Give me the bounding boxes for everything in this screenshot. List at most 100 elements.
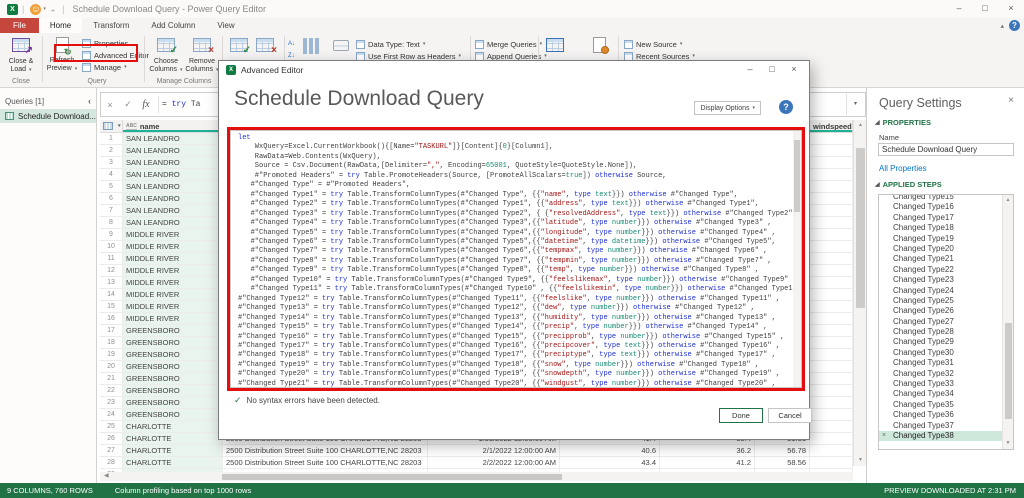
grid-cell[interactable]: MIDDLE RIVER bbox=[123, 313, 223, 325]
grid-cell[interactable]: MIDDLE RIVER bbox=[123, 265, 223, 277]
grid-cell[interactable] bbox=[810, 229, 853, 241]
grid-cell[interactable]: 2500 Distribution Street Suite 100 CHARL… bbox=[223, 445, 428, 457]
quick-access-toolbar-icon[interactable]: ₌ bbox=[51, 5, 55, 14]
grid-cell[interactable]: GREENSBORO bbox=[123, 361, 223, 373]
row-number[interactable]: 4 bbox=[100, 169, 123, 181]
grid-cell[interactable]: GREENSBORO bbox=[123, 337, 223, 349]
combine-files-button[interactable] bbox=[542, 36, 568, 58]
applied-step[interactable]: Changed Type30 bbox=[879, 348, 1013, 358]
row-number[interactable]: 17 bbox=[100, 325, 123, 337]
applied-step[interactable]: Changed Type33 bbox=[879, 379, 1013, 389]
help-icon[interactable]: ? bbox=[779, 100, 793, 114]
grid-cell[interactable]: 58.56 bbox=[755, 457, 810, 469]
applied-steps-section-header[interactable]: ◢ APPLIED STEPS bbox=[875, 180, 942, 189]
properties-section-header[interactable]: ◢ PROPERTIES bbox=[875, 118, 931, 127]
scroll-left-icon[interactable]: ◀ bbox=[104, 472, 109, 481]
grid-cell[interactable]: GREENSBORO bbox=[123, 349, 223, 361]
chevron-down-icon[interactable]: ▾ bbox=[118, 123, 121, 129]
row-number[interactable]: 25 bbox=[100, 421, 123, 433]
grid-cell[interactable] bbox=[810, 277, 853, 289]
grid-cell[interactable]: SAN LEANDRO bbox=[123, 193, 223, 205]
applied-step[interactable]: Changed Type32 bbox=[879, 369, 1013, 379]
grid-cell[interactable] bbox=[810, 301, 853, 313]
profiling-status[interactable]: Column profiling based on top 1000 rows bbox=[115, 486, 251, 495]
close-button[interactable]: × bbox=[783, 61, 805, 79]
maximize-button[interactable]: □ bbox=[761, 61, 783, 79]
row-number[interactable]: 10 bbox=[100, 241, 123, 253]
row-number[interactable]: 14 bbox=[100, 289, 123, 301]
collapse-pane-icon[interactable]: ‹ bbox=[88, 96, 91, 106]
grid-cell[interactable] bbox=[810, 361, 853, 373]
grid-cell[interactable] bbox=[810, 181, 853, 193]
grid-cell[interactable]: MIDDLE RIVER bbox=[123, 277, 223, 289]
grid-cell[interactable] bbox=[810, 289, 853, 301]
merge-queries-button[interactable]: Merge Queries▾ bbox=[475, 38, 542, 50]
applied-step[interactable]: Changed Type18 bbox=[879, 223, 1013, 233]
commit-formula-icon[interactable]: ✓ bbox=[119, 99, 137, 110]
row-number[interactable]: 28 bbox=[100, 457, 123, 469]
grid-cell[interactable] bbox=[810, 169, 853, 181]
grid-cell[interactable]: CHARLOTTE bbox=[123, 433, 223, 445]
row-number[interactable]: 8 bbox=[100, 217, 123, 229]
grid-cell[interactable] bbox=[810, 133, 853, 145]
grid-cell[interactable]: SAN LEANDRO bbox=[123, 133, 223, 145]
feedback-smiley-icon[interactable]: ☺ bbox=[30, 4, 41, 15]
applied-step[interactable]: Changed Type16 bbox=[879, 202, 1013, 212]
applied-step[interactable]: ×Changed Type38 bbox=[879, 431, 1013, 441]
applied-step[interactable]: Changed Type20 bbox=[879, 244, 1013, 254]
close-and-load-button[interactable]: ↗ Close &Load▾ bbox=[2, 36, 40, 74]
keep-rows-button[interactable]: ✓ bbox=[226, 36, 252, 58]
row-number[interactable]: 7 bbox=[100, 205, 123, 217]
tab-file[interactable]: File bbox=[0, 18, 39, 33]
applied-step[interactable]: Changed Type15 bbox=[879, 194, 1013, 202]
column-header-name[interactable]: ABCname bbox=[123, 120, 223, 133]
grid-cell[interactable]: 43.4 bbox=[560, 457, 660, 469]
grid-cell[interactable]: GREENSBORO bbox=[123, 373, 223, 385]
grid-cell[interactable] bbox=[810, 433, 853, 445]
grid-cell[interactable]: SAN LEANDRO bbox=[123, 181, 223, 193]
close-button[interactable]: × bbox=[998, 0, 1024, 18]
applied-step[interactable]: Changed Type22 bbox=[879, 265, 1013, 275]
grid-cell[interactable]: GREENSBORO bbox=[123, 325, 223, 337]
remove-rows-button[interactable]: × bbox=[252, 36, 278, 58]
split-column-button[interactable] bbox=[300, 36, 326, 58]
grid-cell[interactable]: CHARLOTTE bbox=[123, 421, 223, 433]
grid-cell[interactable] bbox=[810, 253, 853, 265]
grid-cell[interactable]: MIDDLE RIVER bbox=[123, 229, 223, 241]
row-number[interactable]: 13 bbox=[100, 277, 123, 289]
grid-horizontal-scrollbar[interactable]: ◀ bbox=[100, 472, 853, 481]
scroll-down-icon[interactable]: ▼ bbox=[1003, 438, 1013, 449]
applied-step[interactable]: Changed Type31 bbox=[879, 358, 1013, 368]
sort-ascending-button[interactable]: A↓ bbox=[288, 38, 295, 50]
applied-step[interactable]: Changed Type36 bbox=[879, 410, 1013, 420]
applied-step[interactable]: Changed Type37 bbox=[879, 421, 1013, 431]
applied-step[interactable]: Changed Type29 bbox=[879, 337, 1013, 347]
grid-cell[interactable] bbox=[810, 337, 853, 349]
grid-vertical-scrollbar[interactable]: ▲ ▼ bbox=[853, 120, 866, 466]
applied-step[interactable]: Changed Type26 bbox=[879, 306, 1013, 316]
editor-scrollbar[interactable] bbox=[793, 131, 801, 387]
refresh-preview-button[interactable]: ↻ RefreshPreview▾ bbox=[44, 36, 80, 73]
grid-cell[interactable] bbox=[810, 373, 853, 385]
row-number[interactable]: 24 bbox=[100, 409, 123, 421]
choose-columns-button[interactable]: ✓ ChooseColumns▾ bbox=[148, 36, 184, 74]
grid-cell[interactable]: CHARLOTTE bbox=[123, 445, 223, 457]
grid-cell[interactable]: 56.78 bbox=[755, 445, 810, 457]
tab-view[interactable]: View bbox=[206, 18, 245, 33]
grid-cell[interactable] bbox=[810, 409, 853, 421]
applied-step[interactable]: Changed Type19 bbox=[879, 234, 1013, 244]
row-number[interactable]: 5 bbox=[100, 181, 123, 193]
row-number[interactable]: 21 bbox=[100, 373, 123, 385]
grid-cell[interactable]: SAN LEANDRO bbox=[123, 169, 223, 181]
cancel-button[interactable]: Cancel bbox=[768, 408, 812, 423]
grid-cell[interactable] bbox=[810, 241, 853, 253]
scrollbar-thumb[interactable] bbox=[856, 148, 865, 308]
grid-cell[interactable] bbox=[810, 445, 853, 457]
applied-step[interactable]: Changed Type27 bbox=[879, 317, 1013, 327]
grid-cell[interactable] bbox=[810, 349, 853, 361]
grid-cell[interactable]: SAN LEANDRO bbox=[123, 217, 223, 229]
steps-scrollbar[interactable]: ▲ ▼ bbox=[1002, 195, 1013, 449]
tab-add-column[interactable]: Add Column bbox=[140, 18, 206, 33]
applied-step[interactable]: Changed Type24 bbox=[879, 286, 1013, 296]
grid-cell[interactable]: MIDDLE RIVER bbox=[123, 253, 223, 265]
